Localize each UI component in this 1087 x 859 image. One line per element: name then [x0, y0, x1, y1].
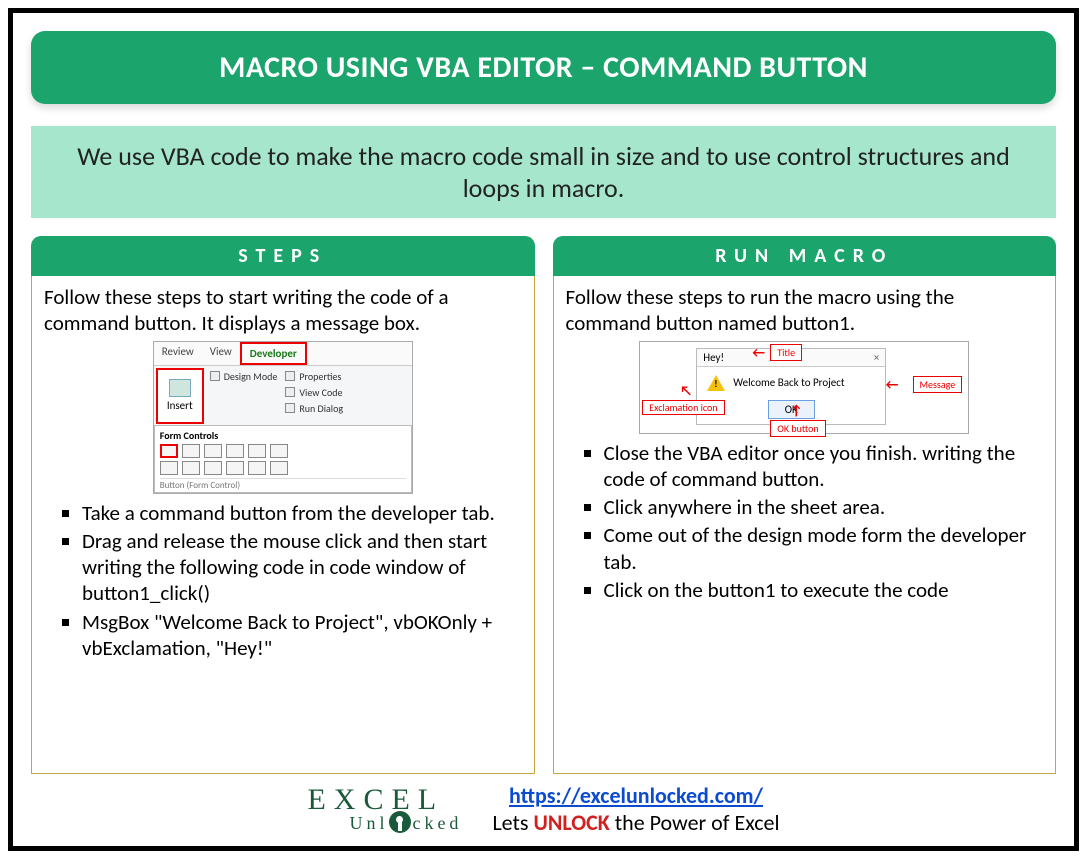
form-control-caption: Button (Form Control) [160, 478, 406, 491]
footer: EXCEL Unlcked https://excelunlocked.com/… [31, 782, 1056, 838]
ribbon-tab-developer: Developer [240, 342, 307, 365]
list-item: Click on the button1 to execute the code [604, 577, 1044, 603]
msgbox-message: Welcome Back to Project [733, 376, 844, 389]
tag-message: Message [913, 376, 963, 393]
msgbox-diagram: Hey! × Welcome Back to Project OK T [566, 341, 1044, 434]
document-frame: MACRO USING VBA EDITOR – COMMAND BUTTON … [8, 8, 1079, 851]
footer-link[interactable]: https://excelunlocked.com/ [509, 782, 763, 809]
form-controls-header: Form Controls [160, 429, 406, 442]
ribbon-insert-button: Insert [156, 368, 204, 424]
run-body: Follow these steps to run the macro usin… [553, 276, 1057, 774]
run-dialog-label: Run Dialog [299, 401, 343, 416]
page-title: MACRO USING VBA EDITOR – COMMAND BUTTON [31, 31, 1056, 104]
list-item: Close the VBA editor once you finish. wr… [604, 440, 1044, 493]
steps-intro: Follow these steps to start writing the … [44, 284, 522, 337]
steps-header: STEPS [31, 236, 535, 276]
list-item: Take a command button from the developer… [82, 500, 522, 526]
footer-tag-pre: Lets [492, 809, 533, 836]
msgbox-title: Hey! [703, 351, 724, 364]
close-icon: × [874, 351, 879, 364]
view-code-label: View Code [299, 385, 342, 400]
tag-icon: Exclamation icon [642, 400, 724, 415]
key-icon [389, 811, 411, 833]
footer-tag-post: the Power of Excel [610, 809, 780, 836]
columns: STEPS Follow these steps to start writin… [31, 236, 1056, 774]
ribbon-tab-view: View [202, 342, 240, 365]
tag-title: Title [770, 344, 802, 361]
logo: EXCEL Unlcked [307, 786, 462, 833]
logo-top: EXCEL [307, 786, 462, 813]
steps-body: Follow these steps to start writing the … [31, 276, 535, 774]
steps-list: Take a command button from the developer… [44, 500, 522, 662]
footer-tag-unlock: UNLOCK [533, 809, 609, 836]
list-item: Come out of the design mode form the dev… [604, 522, 1044, 575]
logo-bottom: Unlcked [349, 811, 462, 833]
tag-ok: OK button [770, 420, 825, 437]
exclamation-icon [707, 375, 725, 391]
list-item: MsgBox "Welcome Back to Project", vbOKOn… [82, 609, 522, 662]
run-header: RUN MACRO [553, 236, 1057, 276]
page-subtitle: We use VBA code to make the macro code s… [31, 126, 1056, 218]
ribbon-insert-label: Insert [167, 399, 193, 412]
ribbon-diagram: Review View Developer Insert Design Mode [44, 341, 522, 494]
properties-label: Properties [299, 369, 341, 384]
list-item: Click anywhere in the sheet area. [604, 494, 1044, 520]
insert-icon [169, 379, 191, 397]
ribbon-tab-review: Review [154, 342, 202, 365]
design-mode-label: Design Mode [224, 369, 278, 384]
run-intro: Follow these steps to run the macro usin… [566, 284, 1044, 337]
run-column: RUN MACRO Follow these steps to run the … [553, 236, 1057, 774]
list-item: Drag and release the mouse click and the… [82, 528, 522, 607]
button-control-icon [160, 444, 178, 458]
run-list: Close the VBA editor once you finish. wr… [566, 440, 1044, 604]
steps-column: STEPS Follow these steps to start writin… [31, 236, 535, 774]
